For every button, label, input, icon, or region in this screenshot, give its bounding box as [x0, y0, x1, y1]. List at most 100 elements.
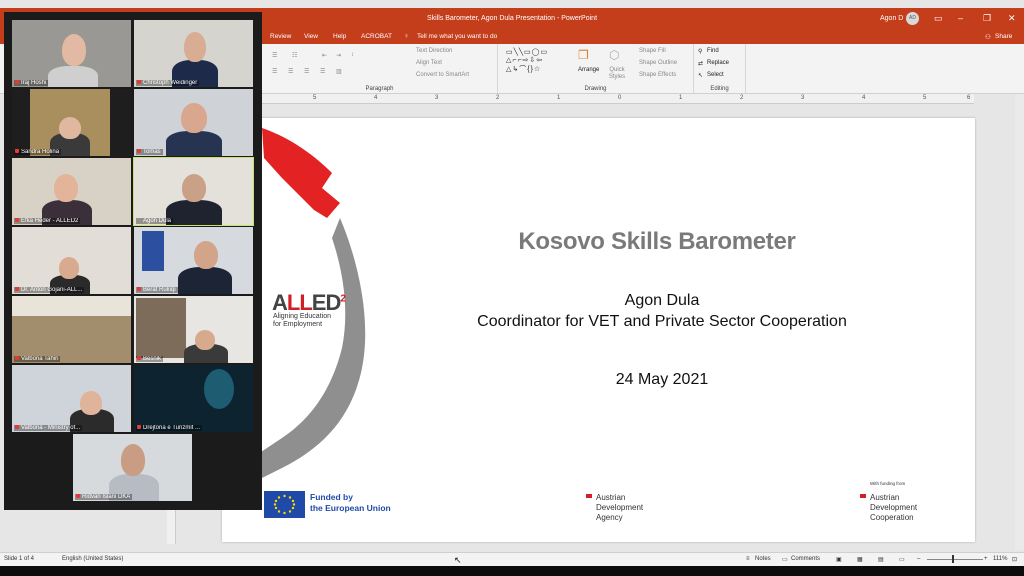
- participant-tile[interactable]: Iraj Hoshi: [12, 20, 131, 87]
- zoom-out-icon[interactable]: –: [917, 556, 920, 562]
- replace-button[interactable]: Replace: [707, 60, 729, 66]
- ruler-tick: 3: [801, 95, 805, 101]
- mic-muted-icon: [15, 149, 19, 153]
- participant-name: Berat Rukiqi: [136, 287, 178, 293]
- tab-review[interactable]: Review: [270, 33, 291, 40]
- share-button[interactable]: Share: [995, 33, 1012, 40]
- ruler-tick: 2: [496, 95, 500, 101]
- mic-muted-icon: [15, 287, 19, 291]
- align-left-icon[interactable]: ☰: [272, 68, 277, 75]
- participant-name-text: Besnik: [143, 356, 162, 362]
- comments-icon: ▭: [782, 557, 788, 563]
- participant-name-text: Berat Rukiqi: [143, 287, 176, 293]
- normal-view-icon[interactable]: ▣: [836, 556, 842, 563]
- reading-view-icon[interactable]: ▤: [878, 556, 884, 563]
- align-right-icon[interactable]: ☰: [304, 68, 309, 75]
- line-spacing-icon[interactable]: ↕: [351, 52, 354, 58]
- mic-muted-icon: [137, 287, 141, 291]
- zoom-slider[interactable]: [927, 559, 983, 560]
- participant-name-text: Iraj Hoshi: [21, 80, 47, 86]
- language-indicator[interactable]: English (United States): [62, 556, 123, 562]
- participant-video: [12, 296, 131, 316]
- ruler-tick: 0: [618, 95, 622, 101]
- mic-muted-icon: [137, 425, 141, 429]
- zoom-in-icon[interactable]: +: [984, 556, 988, 562]
- eu-line: Funded by: [310, 492, 353, 502]
- notes-button[interactable]: Notes: [755, 556, 771, 562]
- ruler-tick: 1: [679, 95, 683, 101]
- justify-icon[interactable]: ☰: [320, 68, 325, 75]
- eu-funding-text: Funded by the European Union: [310, 492, 391, 514]
- logo-part: ED: [311, 290, 342, 315]
- find-button[interactable]: Find: [707, 48, 719, 54]
- fit-slide-icon[interactable]: ⊡: [1012, 556, 1017, 563]
- participant-name: Iraj Hoshi: [14, 80, 49, 86]
- participant-tile[interactable]: Berat Rukiqi: [134, 227, 253, 294]
- participant-video: [80, 391, 102, 415]
- numbering-icon[interactable]: ☷: [292, 52, 297, 59]
- slide-canvas[interactable]: ALLED2 Aligning Education for Employment…: [222, 118, 975, 542]
- slide-title: Kosovo Skills Barometer: [518, 228, 796, 255]
- mouse-cursor-icon: ↖: [454, 555, 462, 565]
- participant-tile[interactable]: Besnik: [134, 296, 253, 363]
- avatar[interactable]: AD: [906, 12, 919, 25]
- indent-icon[interactable]: ⇤: [322, 52, 327, 59]
- participant-tile[interactable]: Sandra Holina: [12, 89, 131, 156]
- ribbon-display-icon[interactable]: ▭: [934, 13, 943, 24]
- tell-me-search[interactable]: Tell me what you want to do: [417, 33, 497, 40]
- shape-fill-button[interactable]: Shape Fill: [639, 48, 666, 54]
- participant-name-text: Drejtoria e Turizmit ...: [143, 425, 201, 431]
- participant-name-text: Tomas: [143, 149, 161, 155]
- shapes-gallery[interactable]: ▭╲╲▭◯▭ △⌐⌐⇨⇩⇦ △↳⌒{}☆: [506, 48, 548, 74]
- align-text-button[interactable]: Align Text: [416, 60, 442, 66]
- vertical-scrollbar[interactable]: [1015, 94, 1024, 550]
- participant-tile-active-speaker[interactable]: Agon Dula: [133, 157, 254, 226]
- comments-button[interactable]: Comments: [791, 556, 820, 562]
- replace-icon: ⇄: [698, 61, 704, 67]
- smartart-button[interactable]: Convert to SmartArt: [416, 72, 469, 78]
- participant-tile[interactable]: Christoph Weidinger: [134, 20, 253, 87]
- slideshow-icon[interactable]: ▭: [899, 556, 905, 563]
- quick-styles-button[interactable]: Quick Styles: [604, 67, 630, 81]
- bullets-icon[interactable]: ☰: [272, 52, 277, 59]
- zoom-level[interactable]: 111%: [993, 556, 1007, 562]
- outdent-icon[interactable]: ⇥: [336, 52, 341, 59]
- align-center-icon[interactable]: ☰: [288, 68, 293, 75]
- drawing-group: ▭╲╲▭◯▭ △⌐⌐⇨⇩⇦ △↳⌒{}☆ ❐ Arrange ⬡ Quick Sty…: [498, 44, 694, 94]
- arrange-button[interactable]: Arrange: [578, 67, 599, 73]
- shape-outline-button[interactable]: Shape Outline: [639, 60, 677, 66]
- logo-part: A: [272, 290, 288, 315]
- participant-tile[interactable]: Valbona Tahiri: [12, 296, 131, 363]
- minimize-icon[interactable]: –: [958, 13, 963, 23]
- paragraph-group: ☰ ☷ ⇤ ⇥ ↕ ☰ ☰ ☰ ☰ ▥ Text Direction Align…: [262, 44, 498, 94]
- participant-name-text: Valbona - Ministry of...: [21, 425, 81, 431]
- participant-name-text: Christoph Weidinger: [143, 80, 198, 86]
- zoom-slider-handle[interactable]: [952, 555, 954, 563]
- participant-name-text: Agon Dula: [143, 218, 172, 224]
- participant-video: [178, 267, 232, 294]
- paragraph-label: Paragraph: [365, 86, 394, 92]
- select-button[interactable]: Select: [707, 72, 724, 78]
- participant-tile[interactable]: Ridvan Islani DKA: [73, 434, 192, 501]
- participant-tile[interactable]: Valbona - Ministry of...: [12, 365, 131, 432]
- status-bar: Slide 1 of 4 English (United States) ≡ N…: [0, 552, 1024, 566]
- participant-tile[interactable]: Dr. Anton Gojani-ALL...: [12, 227, 131, 294]
- columns-icon[interactable]: ▥: [336, 68, 342, 75]
- participant-tile[interactable]: Efka Heder - ALLED2: [12, 158, 131, 225]
- participant-name: Efka Heder - ALLED2: [14, 218, 81, 224]
- close-icon[interactable]: ✕: [1008, 13, 1016, 24]
- text-direction-button[interactable]: Text Direction: [416, 48, 452, 54]
- ruler-tick: 5: [313, 95, 317, 101]
- shape-effects-button[interactable]: Shape Effects: [639, 72, 676, 78]
- user-name[interactable]: Agon D: [880, 15, 903, 22]
- tab-acrobat[interactable]: ACROBAT: [361, 33, 392, 40]
- tab-view[interactable]: View: [304, 33, 318, 40]
- slide-sorter-icon[interactable]: ▦: [857, 556, 863, 563]
- ada-line: Development: [870, 503, 918, 512]
- restore-icon[interactable]: ❐: [983, 13, 991, 24]
- participant-name-text: Dr. Anton Gojani-ALL...: [21, 287, 83, 293]
- participant-name: Drejtoria e Turizmit ...: [136, 425, 203, 431]
- participant-tile[interactable]: Drejtoria e Turizmit ...: [134, 365, 253, 432]
- tab-help[interactable]: Help: [333, 33, 346, 40]
- participant-tile[interactable]: Tomas: [134, 89, 253, 156]
